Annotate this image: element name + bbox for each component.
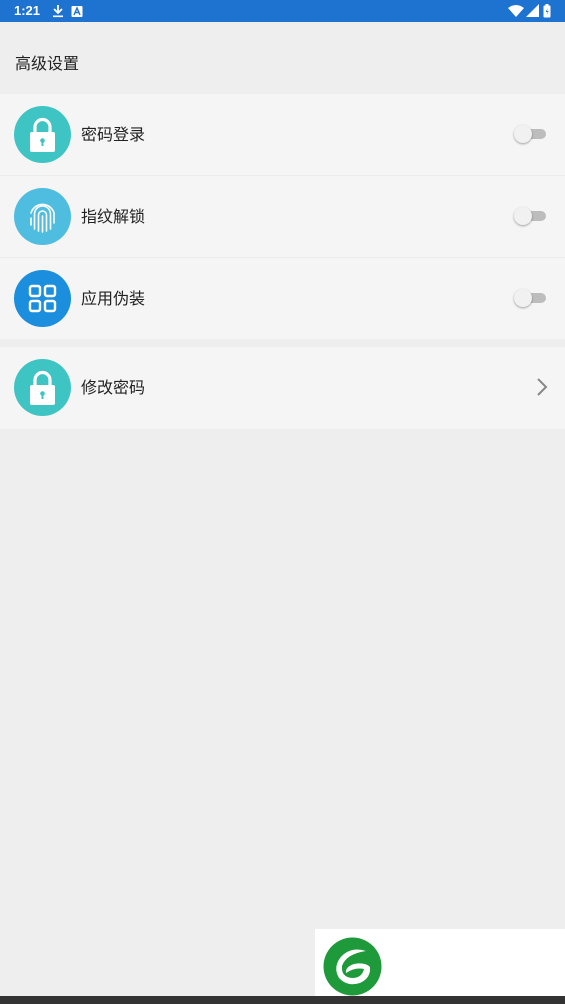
fingerprint-unlock-toggle[interactable] <box>514 207 546 225</box>
setting-row-password-login[interactable]: 密码登录 <box>0 94 565 176</box>
lock-icon <box>14 359 71 416</box>
action-label: 修改密码 <box>81 378 146 397</box>
actions-group: 修改密码 <box>0 347 565 429</box>
watermark-area <box>315 929 565 1004</box>
setting-label: 指纹解锁 <box>81 207 146 226</box>
status-bar: 1:21 <box>0 0 565 22</box>
settings-group: 密码登录 指纹解锁 应用伪装 <box>0 94 565 339</box>
setting-label: 密码登录 <box>81 125 146 144</box>
page-title: 高级设置 <box>15 54 80 73</box>
grid-icon <box>14 270 71 327</box>
setting-row-app-disguise[interactable]: 应用伪装 <box>0 258 565 339</box>
leaf-logo-icon <box>322 936 383 1001</box>
action-row-change-password[interactable]: 修改密码 <box>0 347 565 429</box>
app-disguise-toggle[interactable] <box>514 289 546 307</box>
chevron-right-icon[interactable] <box>536 377 548 401</box>
password-login-toggle[interactable] <box>514 125 546 143</box>
navigation-bar <box>0 996 565 1004</box>
a-icon <box>71 3 83 22</box>
battery-icon <box>543 3 551 22</box>
download-icon <box>52 3 64 22</box>
wifi-icon <box>508 3 524 22</box>
status-time: 1:21 <box>14 3 41 18</box>
setting-label: 应用伪装 <box>81 289 146 308</box>
lock-icon <box>14 106 71 163</box>
signal-icon <box>526 3 539 22</box>
fingerprint-icon <box>14 188 71 245</box>
setting-row-fingerprint-unlock[interactable]: 指纹解锁 <box>0 176 565 258</box>
app-header: 高级设置 <box>0 22 565 94</box>
